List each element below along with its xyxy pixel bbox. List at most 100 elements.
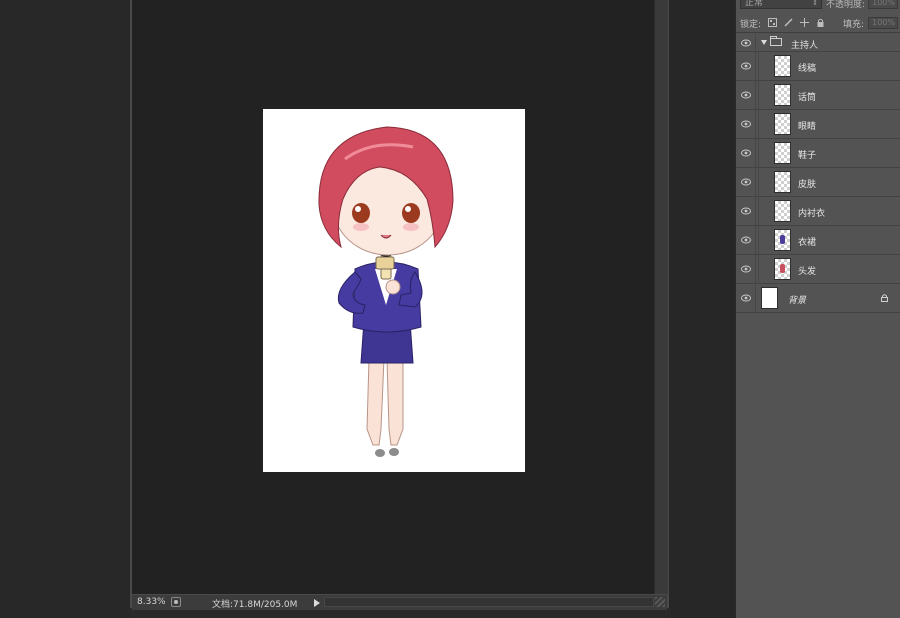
layer-thumbnail [761, 287, 778, 309]
layer-thumbnail [774, 171, 791, 193]
hand [385, 279, 401, 295]
layer-row[interactable]: 线稿 [736, 52, 900, 81]
layer-row[interactable]: 眼睛 [736, 110, 900, 139]
right-shoe [389, 448, 399, 456]
visibility-toggle[interactable] [736, 255, 756, 283]
document-size: 文档:71.8M/205.0M [212, 600, 298, 610]
left-eye [352, 203, 370, 223]
layer-name: 眼睛 [798, 122, 817, 132]
workspace-left-area [0, 0, 130, 618]
layer-row[interactable]: 内衬衣 [736, 197, 900, 226]
layer-name: 衣裙 [798, 238, 817, 248]
eye-icon [741, 149, 751, 157]
group-indent [758, 81, 759, 109]
right-blush [403, 223, 419, 231]
group-name: 主持人 [791, 41, 819, 51]
proof-icon[interactable] [171, 597, 181, 607]
layer-thumbnail [774, 55, 791, 77]
background-layer-row[interactable]: 背景 [736, 284, 900, 313]
group-indent [758, 139, 759, 167]
layer-thumbnail [774, 84, 791, 106]
layer-name: 鞋子 [798, 151, 817, 161]
eye-icon [741, 294, 751, 302]
right-eye [402, 203, 420, 223]
opacity-label: 不透明度: [826, 0, 866, 10]
resize-grip-icon[interactable] [655, 597, 665, 607]
layer-thumbnail [774, 200, 791, 222]
layer-thumbnail [774, 229, 791, 251]
layer-name: 话筒 [798, 93, 817, 103]
visibility-toggle[interactable] [736, 110, 756, 138]
document-vertical-scrollbar[interactable] [654, 0, 668, 594]
layer-thumbnail [774, 258, 791, 280]
eye-icon [741, 62, 751, 70]
status-bar: 8.33% 文档:71.8M/205.0M [132, 594, 667, 610]
visibility-toggle[interactable] [736, 226, 756, 254]
layer-name: 线稿 [798, 64, 817, 74]
group-indent [758, 226, 759, 254]
eye-icon [741, 265, 751, 273]
visibility-toggle[interactable] [736, 81, 756, 109]
layer-thumbnail-content [780, 264, 785, 273]
layer-row[interactable]: 衣裙 [736, 226, 900, 255]
blend-row: 正常 ⇕ 不透明度: 100% [736, 0, 900, 11]
blend-mode-select[interactable]: 正常 ⇕ [740, 0, 822, 9]
zoom-level[interactable]: 8.33% [137, 597, 166, 607]
visibility-toggle[interactable] [736, 197, 756, 225]
lock-all-icon[interactable] [816, 18, 825, 27]
group-indent [758, 255, 759, 283]
lock-transparent-pixels-icon[interactable] [768, 18, 777, 27]
left-blush [353, 223, 369, 231]
layer-name: 头发 [798, 267, 817, 277]
expand-arrow-icon[interactable] [761, 40, 767, 45]
horizontal-scrollbar[interactable] [324, 597, 654, 607]
layer-name: 背景 [788, 296, 807, 306]
visibility-toggle[interactable] [736, 34, 756, 51]
layer-thumbnail-content [780, 235, 785, 244]
visibility-toggle[interactable] [736, 52, 756, 80]
left-shoe [375, 449, 385, 457]
layer-row[interactable]: 头发 [736, 255, 900, 284]
layer-group-row[interactable]: 主持人 [736, 34, 900, 52]
fill-label: 填充: [843, 20, 865, 30]
chibi-host-illustration [318, 126, 454, 457]
updown-arrows-icon: ⇕ [812, 0, 818, 7]
group-indent [758, 168, 759, 196]
right-leg [386, 358, 404, 446]
group-indent [758, 110, 759, 138]
lock-label: 锁定: [740, 20, 762, 30]
layer-row[interactable]: 话筒 [736, 81, 900, 110]
layer-thumbnail [774, 142, 791, 164]
panel-dock-gap [671, 0, 735, 618]
lock-icon [881, 294, 888, 302]
fill-field[interactable]: 100% [868, 17, 898, 29]
eye-icon [741, 91, 751, 99]
layer-row[interactable]: 皮肤 [736, 168, 900, 197]
lock-row: 锁定: 填充: 100% [736, 13, 900, 33]
group-indent [758, 197, 759, 225]
group-indent [758, 52, 759, 80]
eye-icon [741, 39, 751, 46]
folder-icon [770, 36, 782, 46]
layer-name: 内衬衣 [798, 209, 826, 219]
layer-row[interactable]: 鞋子 [736, 139, 900, 168]
blend-mode-value: 正常 [745, 0, 764, 8]
left-leg [366, 358, 385, 446]
visibility-toggle[interactable] [736, 284, 756, 312]
lock-image-pixels-icon[interactable] [784, 18, 793, 27]
lock-position-icon[interactable] [800, 18, 809, 27]
eye-icon [741, 120, 751, 128]
eye-icon [741, 236, 751, 244]
layer-thumbnail [774, 113, 791, 135]
status-menu-arrow-icon[interactable] [314, 599, 320, 607]
eye-icon [741, 178, 751, 186]
canvas-artboard[interactable] [263, 109, 525, 472]
visibility-toggle[interactable] [736, 168, 756, 196]
layer-name: 皮肤 [798, 180, 817, 190]
visibility-toggle[interactable] [736, 139, 756, 167]
eye-icon [741, 207, 751, 215]
layer-list: 主持人 线稿话筒眼睛鞋子皮肤内衬衣衣裙头发 背景 [736, 34, 900, 313]
microphone-flag [375, 256, 395, 270]
opacity-field[interactable]: 100% [868, 0, 898, 9]
layers-panel: 正常 ⇕ 不透明度: 100% 锁定: 填充: 100% 主持人 线稿 话筒 眼… [735, 0, 900, 618]
